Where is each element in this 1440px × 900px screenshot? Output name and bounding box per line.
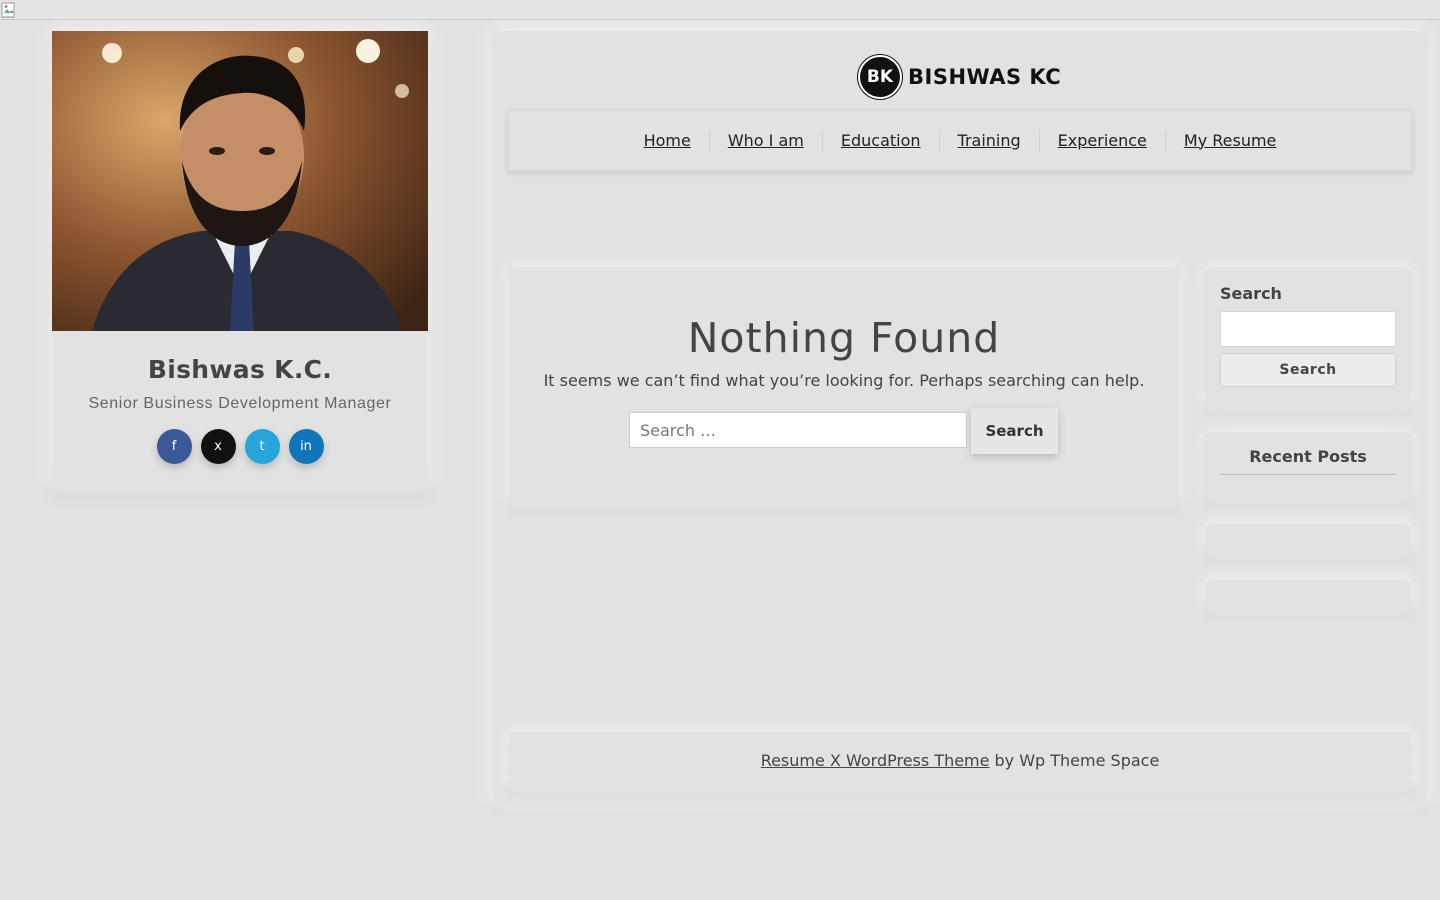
linkedin-icon: in <box>300 439 312 454</box>
search-input[interactable]: Search … <box>629 412 967 448</box>
main-panel: BK BISHWAS KC Home Who I am Education Tr… <box>492 31 1428 807</box>
empty-widget <box>1204 580 1412 612</box>
nav-item-my-resume[interactable]: My Resume <box>1164 129 1295 152</box>
search-form: Search … Search <box>629 408 1058 454</box>
x-twitter-button[interactable]: x <box>200 429 236 464</box>
site-logo[interactable]: BK <box>858 55 902 99</box>
site-brand[interactable]: BK BISHWAS KC <box>858 55 1061 99</box>
nav-item-experience[interactable]: Experience <box>1038 129 1165 152</box>
nav-item-education[interactable]: Education <box>821 129 939 152</box>
x-twitter-icon: x <box>214 439 222 454</box>
profile-portrait-image <box>52 31 428 331</box>
social-links: f x t in <box>52 429 428 464</box>
sidebar-search-input[interactable] <box>1220 311 1396 347</box>
linkedin-button[interactable]: in <box>288 429 324 464</box>
profile-photo <box>52 31 428 331</box>
site-title[interactable]: BISHWAS KC <box>908 65 1061 89</box>
sidebar-search-title: Search <box>1220 284 1282 303</box>
nav-item-home[interactable]: Home <box>626 130 709 152</box>
empty-widget <box>1204 524 1412 556</box>
primary-nav: Home Who I am Education Training Experie… <box>508 110 1412 171</box>
sidebar-search-widget: Search Search <box>1204 267 1412 408</box>
search-button[interactable]: Search <box>971 408 1058 454</box>
profile-name: Bishwas K.C. <box>147 355 333 384</box>
facebook-button[interactable]: f <box>156 429 192 464</box>
nav-item-training[interactable]: Training <box>938 129 1039 152</box>
top-strip <box>0 0 1440 20</box>
twitter-icon: t <box>259 439 265 454</box>
twitter-button[interactable]: t <box>244 429 280 464</box>
broken-image-icon <box>1 2 15 18</box>
nothing-found-section: Nothing Found It seems we can’t find wha… <box>508 267 1180 506</box>
sidebar-search-button[interactable]: Search <box>1220 353 1396 387</box>
nav-item-who-i-am[interactable]: Who I am <box>708 129 822 152</box>
facebook-icon: f <box>171 439 177 454</box>
page-title: Nothing Found <box>687 314 1001 362</box>
profile-role: Senior Business Development Manager <box>88 395 392 412</box>
footer-credit: by Wp Theme Space <box>994 750 1160 770</box>
theme-link[interactable]: Resume X WordPress Theme <box>761 751 990 770</box>
recent-posts-widget: Recent Posts <box>1204 432 1412 500</box>
site-footer: Resume X WordPress Theme by Wp Theme Spa… <box>508 732 1412 788</box>
nothing-found-message: It seems we can’t find what you’re looki… <box>543 371 1145 390</box>
profile-card: Bishwas K.C. Senior Business Development… <box>52 31 428 490</box>
recent-posts-title: Recent Posts <box>1220 447 1396 475</box>
